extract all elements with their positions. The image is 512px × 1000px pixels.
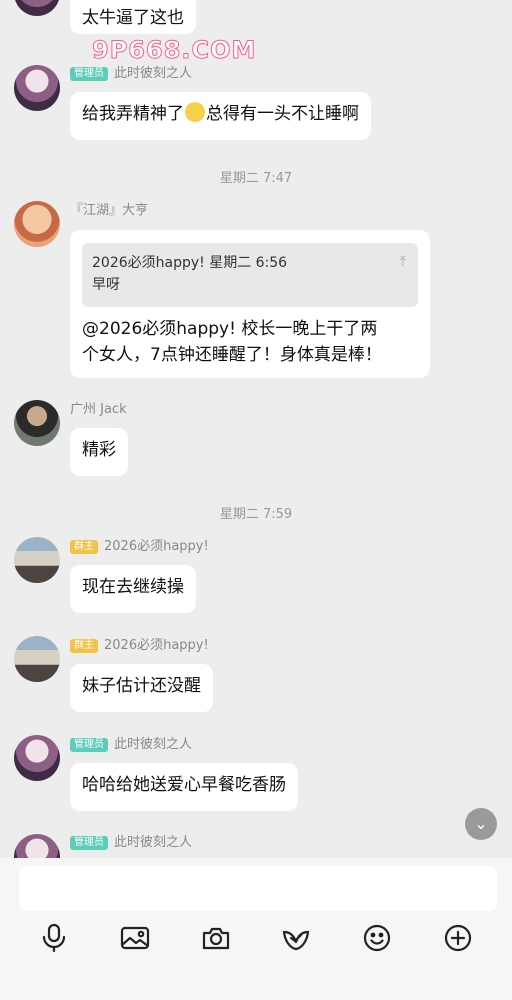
avatar[interactable] (14, 735, 60, 781)
composer (0, 858, 512, 1000)
red-packet-icon[interactable] (276, 918, 316, 958)
message-text: 总得有一头不让睡啊 (206, 104, 359, 124)
avatar[interactable] (14, 0, 60, 16)
message-bubble[interactable]: 哈哈给她送爱心早餐吃香肠 (70, 763, 298, 811)
avatar[interactable] (14, 201, 60, 247)
message-text: 给我弄精神了 (82, 104, 184, 124)
plus-icon[interactable] (438, 918, 478, 958)
sender-name: 『江湖』大亨 (70, 203, 149, 218)
quote-title: 2026必须happy! 星期二 6:56 (92, 255, 288, 271)
sender-name: 广州 Jack (70, 402, 127, 417)
admin-badge: 管理员 (70, 67, 108, 81)
admin-badge: 管理员 (70, 836, 108, 850)
avatar[interactable] (14, 400, 60, 446)
chevron-down-icon: ⌄ (474, 814, 488, 833)
quoted-message[interactable]: 2026必须happy! 星期二 6:56 早呀 ⤒ (82, 243, 418, 307)
sender-name: 此时彼刻之人 (114, 737, 193, 752)
sender-name: 此时彼刻之人 (114, 66, 193, 81)
scroll-down-button[interactable]: ⌄ (465, 808, 497, 840)
message-text: @2026必须happy! 校长一晚上干了两 (82, 319, 378, 339)
chat-area: 太牛逼了这也 9P668.COM 管理员 此时彼刻之人 给我弄精神了 总得有一头不… (0, 0, 512, 858)
avatar[interactable] (14, 65, 60, 111)
sender-info: 『江湖』大亨 (70, 203, 148, 219)
sender-info: 管理员 此时彼刻之人 (70, 737, 192, 753)
sender-info: 管理员 此时彼刻之人 (70, 835, 192, 851)
avatar[interactable] (14, 636, 60, 682)
admin-badge: 管理员 (70, 738, 108, 752)
avatar[interactable] (14, 537, 60, 583)
message-bubble[interactable]: 给我弄精神了 总得有一头不让睡啊 (70, 92, 371, 140)
message-bubble[interactable]: 太牛逼了这也 (70, 0, 196, 34)
input-toolbar (0, 918, 512, 958)
message-bubble[interactable]: 精彩 (70, 428, 128, 476)
message-bubble[interactable]: 现在去继续操 (70, 565, 196, 613)
sender-info: 管理员 此时彼刻之人 (70, 66, 192, 82)
sender-name: 此时彼刻之人 (114, 835, 193, 850)
pin-up-icon: ⤒ (399, 254, 406, 270)
owner-badge: 群主 (70, 540, 98, 554)
quote-text: 早呀 (92, 277, 120, 293)
emoji-icon[interactable] (357, 918, 397, 958)
message-bubble[interactable]: 妹子估计还没醒 (70, 664, 213, 712)
owner-badge: 群主 (70, 639, 98, 653)
watermark: 9P668.COM (91, 36, 257, 65)
message-input[interactable] (19, 866, 497, 911)
smiley-emoji-icon (185, 102, 205, 122)
sender-name: 2026必须happy! (104, 539, 209, 554)
sender-name: 2026必须happy! (104, 638, 209, 653)
avatar[interactable] (14, 834, 60, 858)
timestamp: 星期二 7:47 (219, 171, 293, 186)
sender-info: 群主 2026必须happy! (70, 638, 209, 654)
sender-info: 广州 Jack (70, 402, 127, 418)
image-icon[interactable] (115, 918, 155, 958)
message-text: 个女人，7点钟还睡醒了！身体真是棒！ (82, 345, 382, 365)
sender-info: 群主 2026必须happy! (70, 539, 209, 555)
message-text-block: @2026必须happy! 校长一晚上干了两 个女人，7点钟还睡醒了！身体真是棒… (70, 316, 430, 378)
microphone-icon[interactable] (34, 918, 74, 958)
camera-icon[interactable] (196, 918, 236, 958)
timestamp: 星期二 7:59 (219, 507, 293, 522)
